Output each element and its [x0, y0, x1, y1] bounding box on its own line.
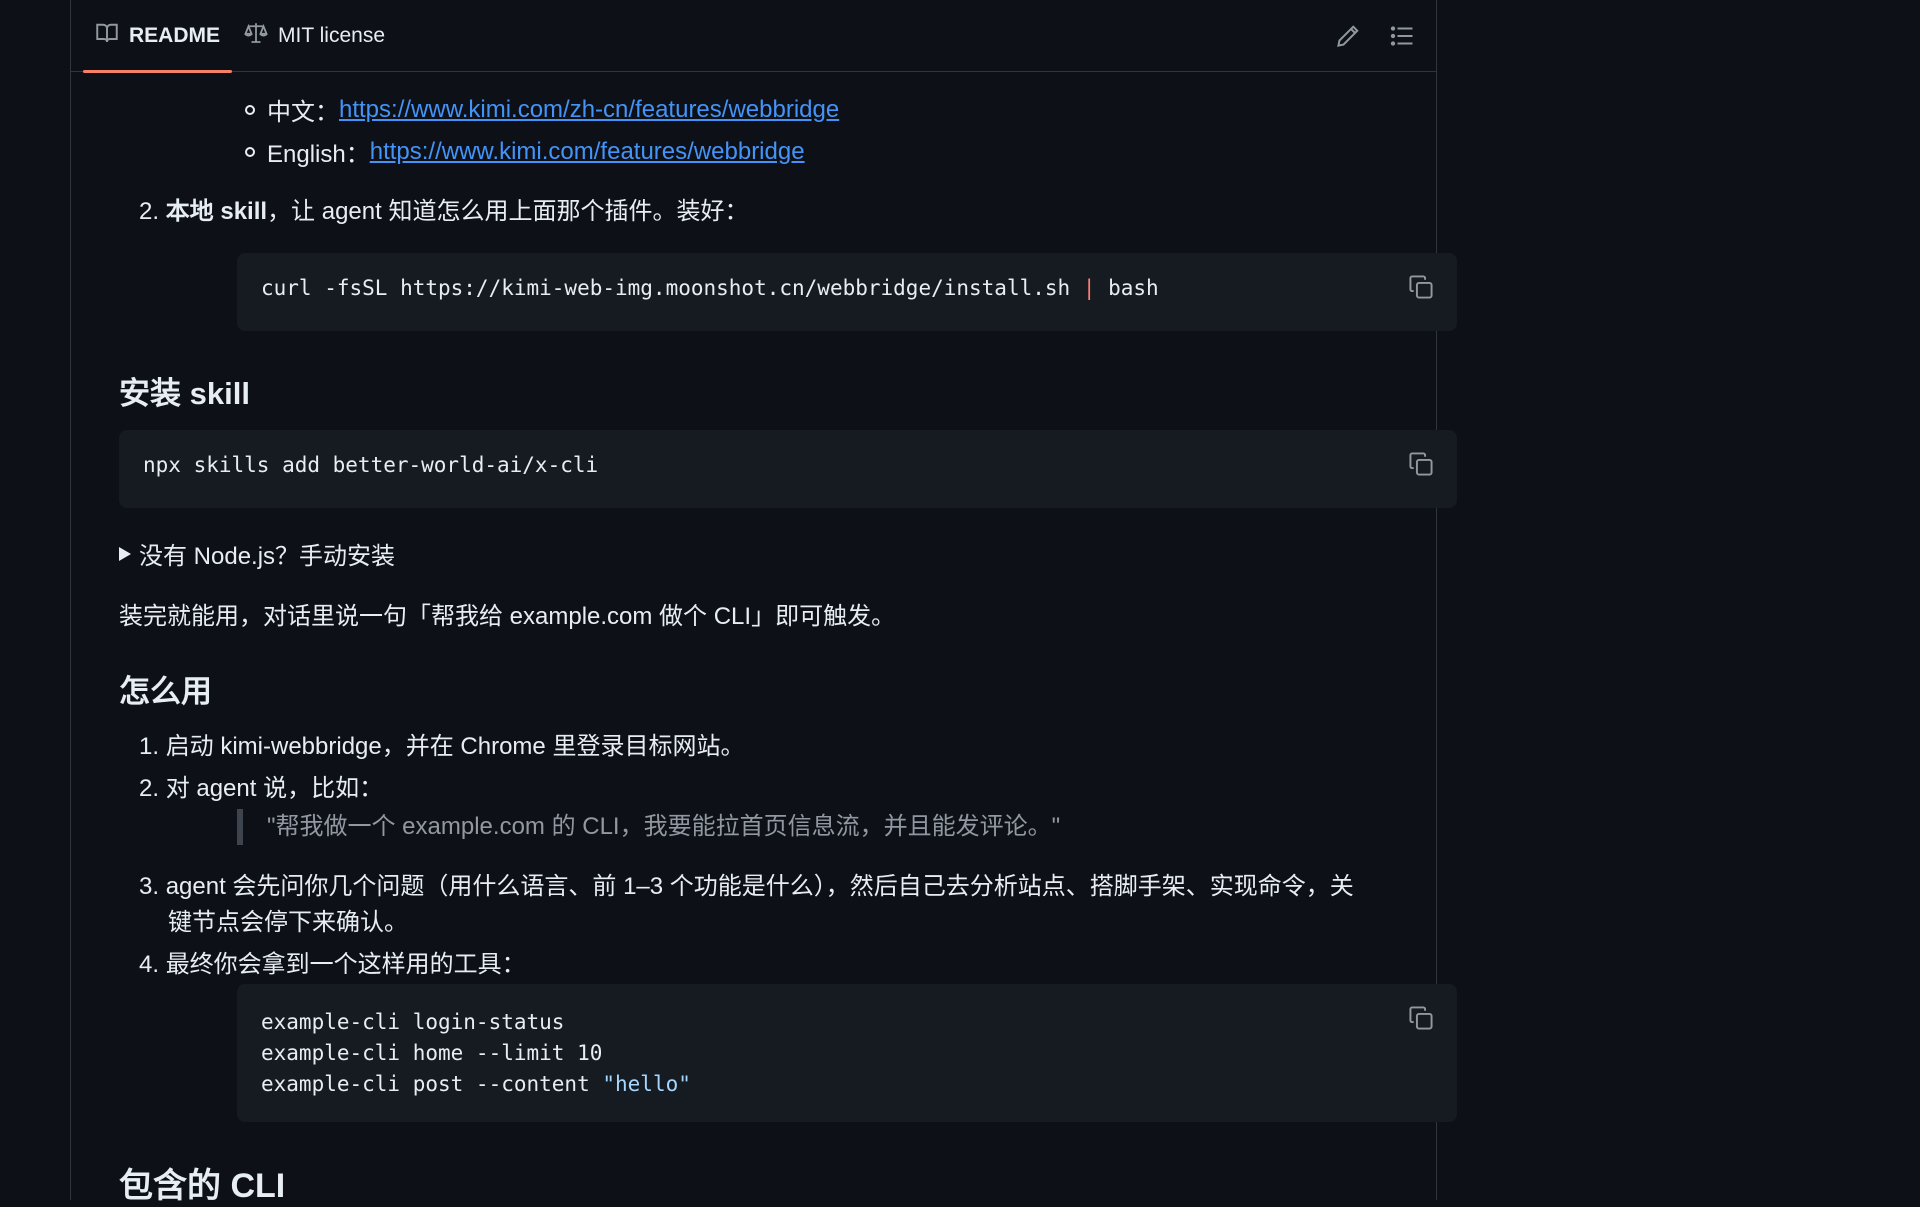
copy-button[interactable] — [1407, 1004, 1435, 1032]
tab-readme[interactable]: README — [83, 0, 233, 73]
list-item: 4. 最终你会拿到一个这样用的工具： — [139, 947, 526, 983]
list-text: agent 会先问你几个问题（用什么语言、前 1–3 个功能是什么），然后自己去… — [165, 873, 1354, 900]
link-webbridge-zh[interactable]: https://www.kimi.com/zh-cn/features/webb… — [339, 96, 839, 124]
copy-button[interactable] — [1407, 273, 1435, 301]
blockquote: "帮我做一个 example.com 的 CLI，我要能拉首页信息流，并且能发评… — [237, 809, 1060, 845]
copy-icon — [1409, 275, 1433, 299]
code-string: "hello" — [602, 1072, 691, 1096]
list-item: 1. 启动 kimi-webbridge，并在 Chrome 里登录目标网站。 — [139, 729, 744, 765]
code-line: example-cli home --limit 10 — [261, 1041, 603, 1065]
heading-usage: 怎么用 — [119, 674, 212, 709]
code-text: curl -fsSL https://kimi-web-img.moonshot… — [261, 276, 1083, 300]
list-item: 2. 对 agent 说，比如： — [139, 771, 383, 807]
link-label-en: English： — [267, 141, 370, 168]
link-webbridge-en[interactable]: https://www.kimi.com/features/webbridge — [370, 138, 805, 166]
list-number: 1. — [139, 733, 160, 760]
list-item: 中文： https://www.kimi.com/zh-cn/features/… — [245, 92, 839, 127]
list-text: 最终你会拿到一个这样用的工具： — [165, 951, 526, 978]
copy-icon — [1409, 452, 1433, 476]
step2-text: ，让 agent 知道怎么用上面那个插件。装好： — [267, 198, 749, 225]
list-number: 2. — [139, 775, 160, 802]
heading-install-skill: 安装 skill — [119, 376, 250, 411]
readme-tabbar: README MIT license — [71, 0, 1436, 73]
step2-bold: 本地 skill — [165, 198, 268, 225]
disclosure-triangle-icon — [119, 546, 131, 561]
tab-license[interactable]: MIT license — [232, 0, 397, 72]
list-number: 2. — [139, 198, 160, 225]
list-text: 启动 kimi-webbridge，并在 Chrome 里登录目标网站。 — [165, 733, 745, 760]
list-text: 对 agent 说，比如： — [165, 775, 384, 802]
copy-icon — [1409, 1006, 1433, 1030]
code-line: example-cli login-status — [261, 1010, 565, 1034]
list-number: 3. — [139, 873, 160, 900]
copy-button[interactable] — [1407, 450, 1435, 478]
book-icon — [95, 21, 119, 51]
link-label-zh: 中文： — [267, 99, 339, 126]
readme-panel: README MIT license 中文： https://www.kimi.… — [70, 0, 1457, 1205]
code-text: bash — [1095, 276, 1159, 300]
list-item: English： https://www.kimi.com/features/w… — [245, 134, 805, 169]
tab-license-label: MIT license — [278, 23, 385, 47]
list-item-continuation: 键节点会停下来确认。 — [168, 905, 408, 941]
readme-actions — [1336, 0, 1414, 72]
outline-list-icon[interactable] — [1390, 24, 1414, 48]
details-no-node[interactable]: 没有 Node.js？手动安装 — [119, 536, 395, 571]
code-block-install[interactable]: curl -fsSL https://kimi-web-img.moonshot… — [237, 253, 1457, 331]
pencil-icon[interactable] — [1336, 24, 1360, 48]
trigger-paragraph: 装完就能用，对话里说一句「帮我给 example.com 做个 CLI」即可触发… — [119, 603, 896, 630]
bullet-circle — [245, 104, 255, 115]
list-number: 4. — [139, 951, 160, 978]
details-summary: 没有 Node.js？手动安装 — [139, 543, 396, 570]
scale-icon — [244, 21, 268, 51]
code-line: example-cli post --content — [261, 1072, 603, 1096]
list-item: 3. agent 会先问你几个问题（用什么语言、前 1–3 个功能是什么），然后… — [139, 869, 1354, 905]
code-text: npx skills add better-world-ai/x-cli — [143, 453, 599, 477]
code-block-usage[interactable]: example-cli login-status example-cli hom… — [237, 984, 1457, 1122]
list-text: 键节点会停下来确认。 — [168, 909, 408, 936]
tab-readme-label: README — [129, 23, 221, 47]
bullet-circle — [245, 146, 255, 157]
code-block-skills[interactable]: npx skills add better-world-ai/x-cli — [119, 430, 1457, 508]
code-pipe: | — [1082, 276, 1096, 300]
list-item: 2. 本地 skill，让 agent 知道怎么用上面那个插件。装好： — [139, 194, 748, 230]
